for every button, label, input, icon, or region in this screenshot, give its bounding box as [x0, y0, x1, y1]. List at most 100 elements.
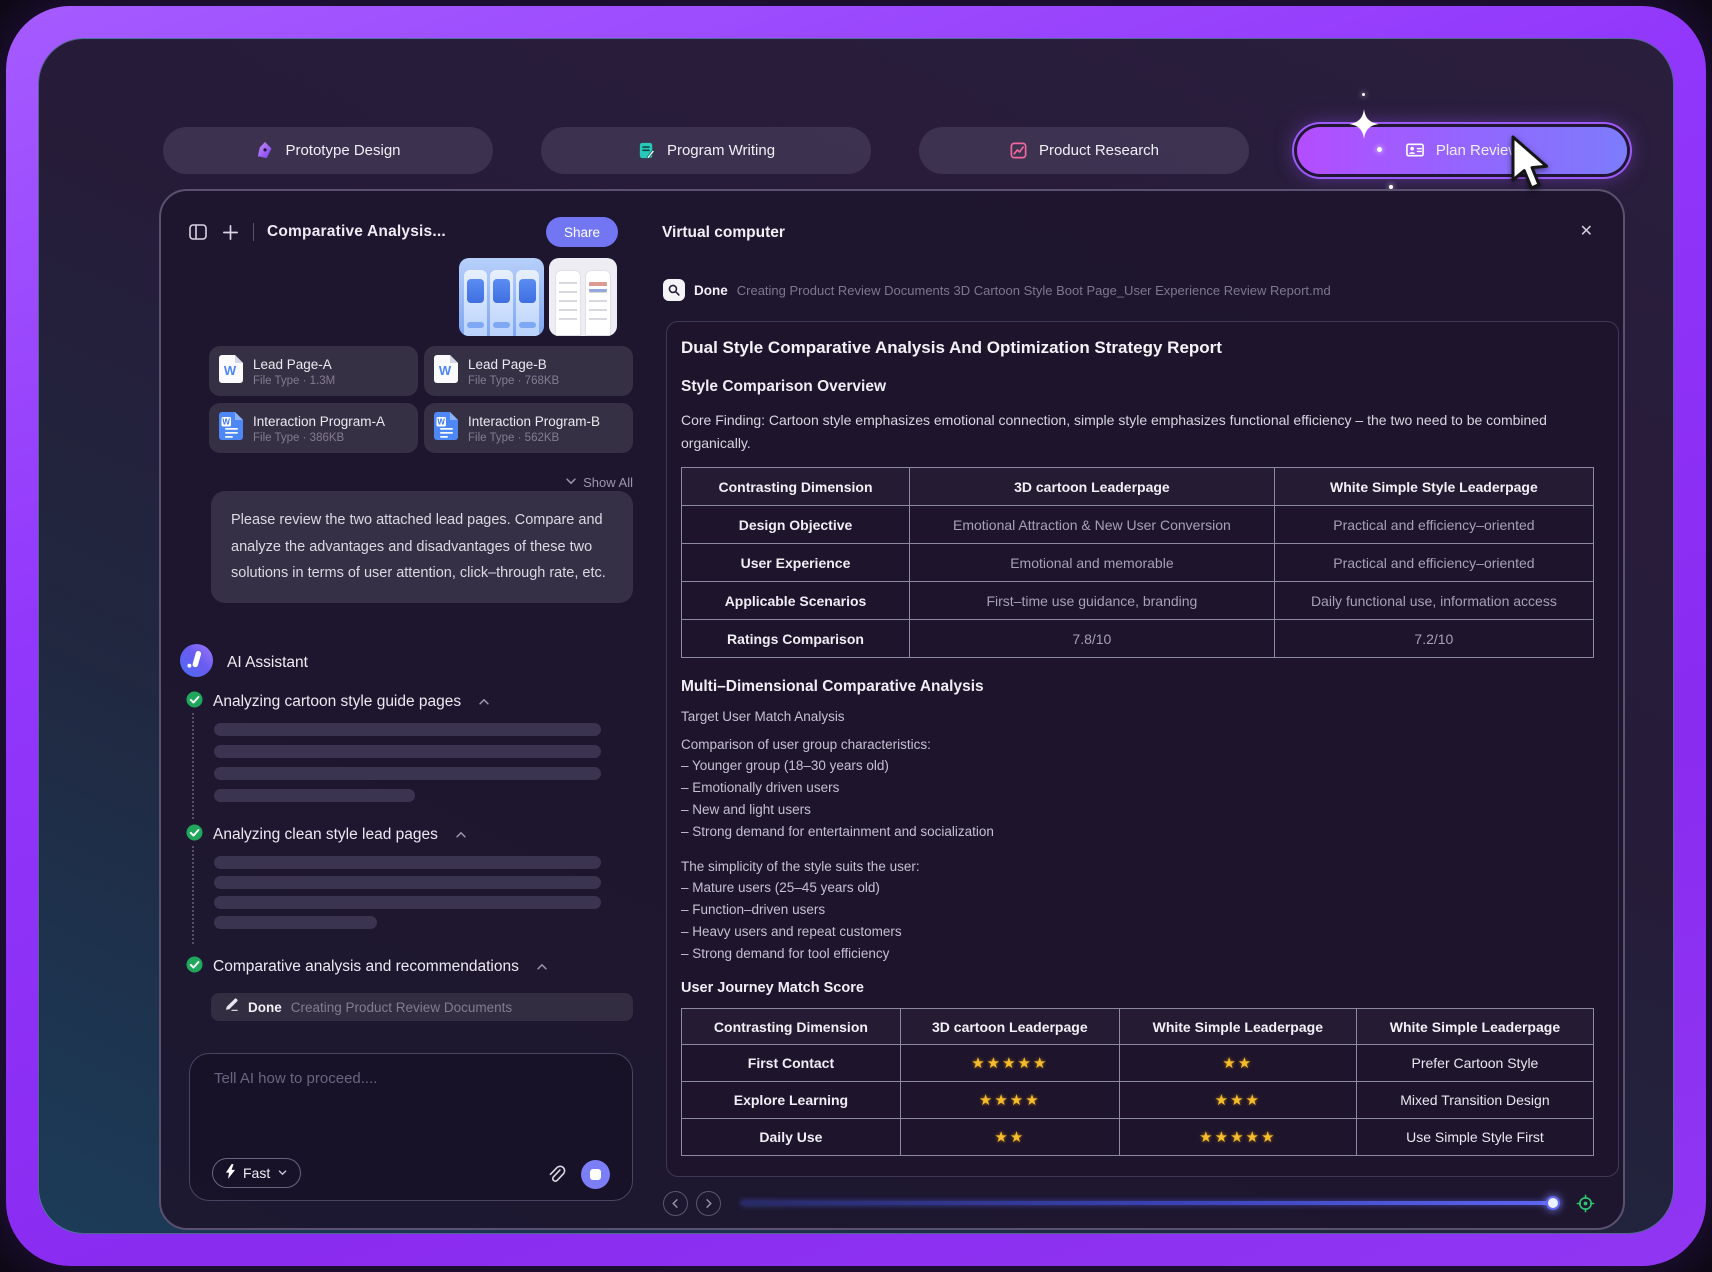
new-chat-icon[interactable] [221, 223, 240, 242]
skeleton-bar [214, 856, 601, 869]
tab-prototype-design[interactable]: Prototype Design [163, 127, 493, 174]
paperclip-icon[interactable] [545, 1164, 566, 1185]
doc-list-item: – Mature users (25–45 years old) [681, 879, 1594, 896]
tab-label: Product Research [1039, 142, 1159, 159]
vc-status-done: Done [694, 283, 728, 298]
table-row: User Experience Emotional and memorable … [682, 544, 1594, 582]
task-label: Comparative analysis and recommendations [213, 958, 519, 976]
doc-program-icon: W [219, 412, 243, 445]
chat-input[interactable] [212, 1068, 606, 1152]
doc-paragraph: Comparison of user group characteristics… [681, 737, 1594, 752]
file-name: Lead Page-A [253, 356, 335, 373]
svg-text:W: W [224, 363, 237, 378]
tab-plan-review[interactable]: Plan Review [1297, 127, 1627, 174]
magnifier-icon [663, 279, 685, 301]
doc-subheading: User Journey Match Score [681, 980, 1594, 996]
file-attachments: W Lead Page-A File Type · 1.3M W Lead Pa… [209, 346, 633, 453]
table-row: First Contact ★★★★★ ★★ Prefer Cartoon St… [682, 1045, 1594, 1082]
table-row: Ratings Comparison 7.8/10 7.2/10 [682, 620, 1594, 658]
panel-title: Virtual computer [662, 224, 785, 242]
doc-section-heading: Multi–Dimensional Comparative Analysis [681, 678, 1594, 696]
skeleton-bar [214, 876, 601, 889]
report-document: Dual Style Comparative Analysis And Opti… [666, 321, 1619, 1177]
check-icon [186, 956, 203, 978]
pencil-icon [224, 997, 239, 1017]
chevron-up-icon[interactable] [477, 695, 491, 709]
file-card[interactable]: W Interaction Program-A File Type · 386K… [209, 403, 418, 453]
file-name: Interaction Program-A [253, 413, 385, 430]
file-name: Interaction Program-B [468, 413, 600, 430]
slider-knob[interactable] [1546, 1196, 1560, 1210]
task-status[interactable]: Done Creating Product Review Documents [211, 993, 633, 1021]
star-rating: ★★★ [1119, 1082, 1356, 1119]
mode-tabs: Prototype Design Program Writing Product… [163, 127, 1627, 174]
chat-panel: Comparative Analysis... Share [161, 191, 641, 1228]
star-rating: ★★ [900, 1119, 1119, 1156]
tab-label: Program Writing [667, 142, 775, 159]
sidebar-toggle-icon[interactable] [188, 222, 208, 242]
close-icon[interactable]: ✕ [1580, 221, 1593, 241]
svg-text:W: W [437, 417, 445, 426]
desktop: Prototype Design Program Writing Product… [0, 0, 1712, 1272]
vc-status-text: Creating Product Review Documents 3D Car… [737, 283, 1331, 298]
task-label: Analyzing clean style lead pages [213, 826, 438, 844]
next-button[interactable] [696, 1191, 721, 1216]
tab-label: Prototype Design [285, 142, 400, 159]
share-button[interactable]: Share [546, 217, 618, 247]
star-rating: ★★★★★ [900, 1045, 1119, 1082]
timeline-slider[interactable] [741, 1195, 1560, 1211]
main-card: Comparative Analysis... Share [159, 189, 1625, 1230]
doc-list-item: – Younger group (18–30 years old) [681, 757, 1594, 774]
doc-program-icon: W [434, 412, 458, 445]
file-card[interactable]: W Lead Page-B File Type · 768KB [424, 346, 633, 396]
file-card[interactable]: W Lead Page-A File Type · 1.3M [209, 346, 418, 396]
vc-status-row: Done Creating Product Review Documents 3… [663, 279, 1583, 301]
status-done: Done [248, 1000, 282, 1015]
chat-header: Comparative Analysis... Share [188, 217, 618, 247]
conversation-title: Comparative Analysis... [267, 223, 446, 241]
presentation-icon [1405, 141, 1425, 160]
tab-label: Plan Review [1436, 142, 1519, 159]
table-row: Explore Learning ★★★★ ★★★ Mixed Transiti… [682, 1082, 1594, 1119]
chat-input-box: Fast [189, 1053, 633, 1201]
preview-thumbnail-simple[interactable] [549, 258, 617, 336]
table-row: Applicable Scenarios First–time use guid… [682, 582, 1594, 620]
show-all-button[interactable]: Show All [209, 474, 633, 491]
chevron-up-icon[interactable] [454, 828, 468, 842]
task-row[interactable]: Analyzing clean style lead pages [186, 824, 468, 846]
task-label: Analyzing cartoon style guide pages [213, 693, 461, 711]
status-text: Creating Product Review Documents [291, 1000, 512, 1015]
assistant-header: AI Assistant [179, 643, 308, 683]
tab-product-research[interactable]: Product Research [919, 127, 1249, 174]
chevron-up-icon[interactable] [535, 960, 549, 974]
file-card[interactable]: W Interaction Program-B File Type · 562K… [424, 403, 633, 453]
prev-button[interactable] [663, 1191, 688, 1216]
style-comparison-table: Contrasting Dimension 3D cartoon Leaderp… [681, 467, 1594, 658]
doc-list-item: – New and light users [681, 801, 1594, 818]
doc-w-icon: W [219, 355, 243, 388]
check-icon [186, 824, 203, 846]
doc-section-heading: Style Comparison Overview [681, 378, 1594, 396]
star-rating: ★★★★★ [1119, 1119, 1356, 1156]
task-row[interactable]: Analyzing cartoon style guide pages [186, 691, 491, 713]
divider [253, 223, 254, 241]
pen-icon [255, 141, 274, 160]
doc-list-item: – Strong demand for entertainment and so… [681, 823, 1594, 840]
stop-button[interactable] [581, 1160, 610, 1189]
target-icon[interactable] [1576, 1194, 1595, 1213]
star-rating: ★★ [1119, 1045, 1356, 1082]
doc-list-item: – Heavy users and repeat customers [681, 923, 1594, 940]
slider-track [741, 1201, 1560, 1205]
chevron-down-icon [277, 1165, 288, 1181]
user-message: Please review the two attached lead page… [211, 491, 633, 603]
task-skeleton [192, 846, 622, 944]
tab-program-writing[interactable]: Program Writing [541, 127, 871, 174]
file-name: Lead Page-B [468, 356, 559, 373]
task-row[interactable]: Comparative analysis and recommendations [186, 956, 549, 978]
svg-text:W: W [222, 417, 230, 426]
preview-thumbnail-cartoon[interactable] [459, 258, 544, 336]
attachment-previews [459, 258, 617, 336]
virtual-computer-panel: Virtual computer ✕ Done Creating Product… [641, 191, 1623, 1228]
skeleton-bar [214, 916, 377, 929]
mode-selector[interactable]: Fast [212, 1158, 301, 1188]
